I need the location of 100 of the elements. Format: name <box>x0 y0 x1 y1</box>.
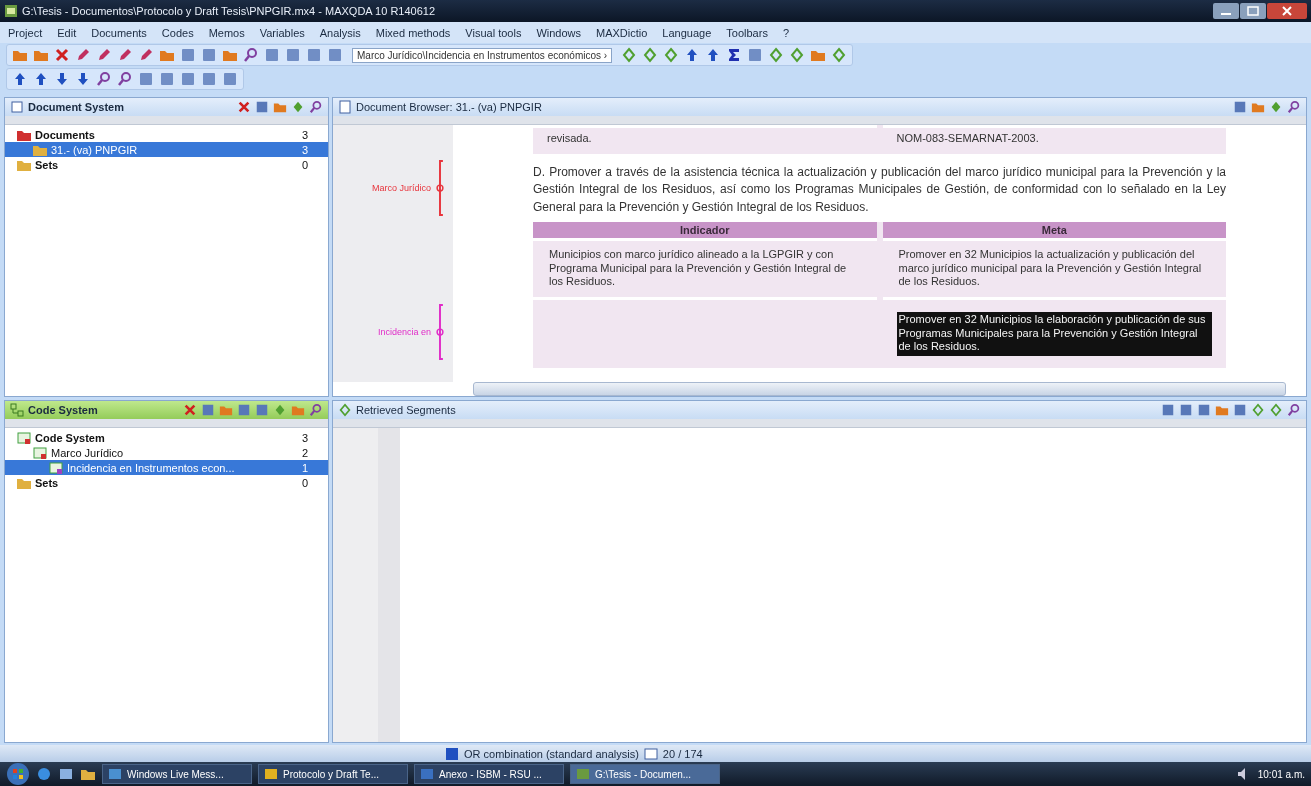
table-cell: revisada. <box>533 125 877 154</box>
menu-item[interactable]: Codes <box>161 26 194 39</box>
square-icon[interactable] <box>255 403 269 417</box>
square-icon[interactable] <box>264 47 280 63</box>
window-icon <box>107 766 123 782</box>
window-icon <box>419 766 435 782</box>
magnifier-icon[interactable] <box>309 100 323 114</box>
magnifier-icon[interactable] <box>96 71 112 87</box>
column-header-cell: Meta <box>882 221 1226 238</box>
menu-item[interactable]: MAXDictio <box>596 26 648 39</box>
clock: 10:01 a.m. <box>1257 768 1305 780</box>
square-icon[interactable] <box>201 47 217 63</box>
menu-item[interactable]: Windows <box>536 26 581 39</box>
arrow-up-icon[interactable] <box>33 71 49 87</box>
taskbar-button[interactable]: G:\Tesis - Documen... <box>570 764 720 784</box>
menu-item[interactable]: Project <box>8 26 43 39</box>
menu-item[interactable]: Analysis <box>319 26 361 39</box>
status-text: OR combination (standard analysis) <box>464 747 639 760</box>
table-cell: Promover en 32 Municipios la elaboración y publicación de sus Programas Municipales para la Prevención y Gestión Integral de los Residuos. <box>896 311 1212 356</box>
taskbar-button[interactable]: Anexo - ISBM - RSU ... <box>414 764 564 784</box>
square-icon[interactable] <box>201 71 217 87</box>
code-icon <box>16 429 32 446</box>
square-icon[interactable] <box>222 71 238 87</box>
magnifier-icon[interactable] <box>243 47 259 63</box>
window-title: G:\Tesis - Documentos\Protocolo y Draft Tesis\PNPGIR.mx4 - MAXQDA 10 R140612 <box>22 5 436 17</box>
square-icon[interactable] <box>159 71 175 87</box>
pencil-icon[interactable] <box>75 47 91 63</box>
square-icon[interactable] <box>1233 403 1247 417</box>
magnifier-icon[interactable] <box>1287 403 1301 417</box>
pencil-icon[interactable] <box>138 47 154 63</box>
diamond-icon[interactable] <box>642 47 659 63</box>
taskbar-button[interactable]: Windows Live Mess... <box>102 764 252 784</box>
square-icon[interactable] <box>180 71 196 87</box>
square-icon[interactable] <box>201 403 215 417</box>
diamond-icon[interactable] <box>1269 403 1283 417</box>
window-icon <box>575 766 591 782</box>
cross-icon[interactable] <box>183 403 197 417</box>
magnifier-icon[interactable] <box>309 403 323 417</box>
square-icon[interactable] <box>1161 403 1175 417</box>
table-cell: NOM-083-SEMARNAT-2003. <box>882 125 1226 154</box>
arrow-up-icon[interactable] <box>12 71 28 87</box>
diamond-icon[interactable] <box>1251 403 1265 417</box>
pane-title: Code System <box>28 404 98 416</box>
tree-item[interactable]: Sets 0 <box>5 475 328 490</box>
menu-item[interactable]: Visual tools <box>465 26 522 39</box>
menu-item[interactable]: Mixed methods <box>375 26 451 39</box>
tree-item[interactable]: 31.- (va) PNPGIR 3 <box>5 142 328 157</box>
square-icon[interactable] <box>138 71 154 87</box>
cross-icon[interactable] <box>54 47 70 63</box>
diamond-icon[interactable] <box>831 47 848 63</box>
menu-item[interactable]: Documents <box>91 26 147 39</box>
pane-title: Document System <box>28 101 124 113</box>
square-icon[interactable] <box>255 100 269 114</box>
start-orb-icon[interactable] <box>6 762 30 786</box>
pane-title: Document Browser: 31.- (va) PNPGIR <box>356 101 542 113</box>
window-icon[interactable] <box>58 766 74 782</box>
square-icon <box>642 745 659 762</box>
menu-item[interactable]: Toolbars <box>726 26 768 39</box>
diamond-icon[interactable] <box>663 47 680 63</box>
square-icon[interactable] <box>1233 100 1247 114</box>
arrow-down-icon[interactable] <box>54 71 70 87</box>
pencil-icon[interactable] <box>117 47 133 63</box>
cross-icon[interactable] <box>237 100 251 114</box>
menu-item[interactable]: Memos <box>208 26 245 39</box>
menu-item[interactable]: ? <box>782 26 789 39</box>
code-marker: Incidencia en <box>377 303 447 362</box>
square-icon[interactable] <box>306 47 322 63</box>
maximize-icon[interactable] <box>1240 3 1266 19</box>
menu-item[interactable]: Language <box>662 26 712 39</box>
diamond-icon[interactable] <box>291 100 305 114</box>
tree-item[interactable]: Marco Jurídico 2 <box>5 445 328 460</box>
tree-item[interactable]: Sets 0 <box>5 157 328 172</box>
code-icon <box>32 444 48 461</box>
diamond-icon[interactable] <box>273 403 287 417</box>
square-icon[interactable] <box>1179 403 1193 417</box>
square-icon[interactable] <box>180 47 196 63</box>
code-icon <box>48 459 64 476</box>
magnifier-icon[interactable] <box>1287 100 1301 114</box>
pencil-icon[interactable] <box>96 47 112 63</box>
square-icon[interactable] <box>327 47 343 63</box>
taskbar-button[interactable]: Protocolo y Draft Te... <box>258 764 408 784</box>
diamond-icon[interactable] <box>768 47 785 63</box>
tree-item[interactable]: Incidencia en Instrumentos econ... 1 <box>5 460 328 475</box>
square-icon[interactable] <box>1197 403 1211 417</box>
tree-item[interactable]: Code System 3 <box>5 430 328 445</box>
magnifier-icon[interactable] <box>117 71 133 87</box>
arrow-down-icon[interactable] <box>75 71 91 87</box>
close-icon[interactable] <box>1267 3 1307 19</box>
square-icon[interactable] <box>285 47 301 63</box>
minimize-icon[interactable] <box>1213 3 1239 19</box>
diamond-icon[interactable] <box>1269 100 1283 114</box>
code-combo-box[interactable]: Marco Jurídico\Incidencia en Instrumentos económicos › <box>352 47 613 63</box>
segment-count: 20 / 174 <box>662 747 703 760</box>
menu-item[interactable]: Variables <box>259 26 305 39</box>
horizontal-scrollbar[interactable] <box>473 382 1286 396</box>
diamond-icon[interactable] <box>789 47 806 63</box>
menu-item[interactable]: Edit <box>57 26 77 39</box>
diamond-icon[interactable] <box>621 47 638 63</box>
square-icon[interactable] <box>237 403 251 417</box>
tree-item[interactable]: Documents 3 <box>5 127 328 142</box>
